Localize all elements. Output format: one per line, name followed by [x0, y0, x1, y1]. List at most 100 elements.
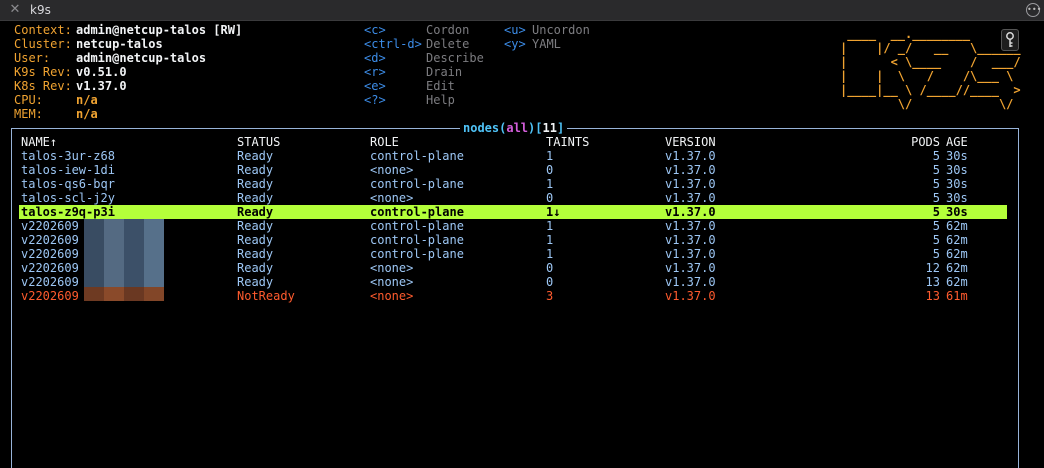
info-row: K9s Rev: v0.51.0: [14, 65, 242, 79]
cell-taints: 0: [546, 261, 554, 275]
cell-role: control-plane: [370, 233, 464, 247]
cell-status: Ready: [237, 177, 274, 191]
info-row: Context: admin@netcup-talos [RW]: [14, 23, 242, 37]
cell-version: v1.37.0: [665, 289, 716, 303]
shortcut-hints-extra: <u> Uncordon <y> YAML: [504, 23, 590, 51]
cell-version: v1.37.0: [665, 233, 716, 247]
table-header: NAME↑ STATUS ROLE TAINTS VERSION PODS AG…: [19, 135, 1007, 149]
cell-role: <none>: [370, 275, 414, 289]
cell-taints: 1: [546, 233, 554, 247]
shortcut-item[interactable]: <?> Help: [364, 93, 484, 107]
cell-role: control-plane: [368, 205, 544, 219]
cell-role: control-plane: [370, 247, 464, 261]
shortcut-action: Describe: [426, 51, 484, 65]
panel-count: 11: [542, 121, 557, 135]
info-key: Cluster:: [14, 37, 72, 51]
shortcut-hints: <c> Cordon <ctrl-d> Delete <d> Describe <r> Dra…: [364, 23, 484, 107]
table-row[interactable]: v2202609 Ready <none> 0 v1.37.0 13 62m: [19, 275, 1007, 289]
cell-role: control-plane: [370, 177, 464, 191]
cell-version: v1.37.0: [665, 247, 716, 261]
cell-taints: 1: [546, 247, 554, 261]
shortcut-key: <e>: [364, 79, 386, 93]
cell-status: Ready: [237, 233, 274, 247]
col-status-header[interactable]: STATUS: [235, 135, 368, 149]
cell-age: 30s: [946, 177, 968, 191]
shortcut-item[interactable]: <d> Describe: [364, 51, 484, 65]
redacted-area-notready: [84, 287, 164, 301]
cell-name: talos-3ur-z68: [21, 149, 115, 163]
cell-version: v1.37.0: [665, 163, 716, 177]
table-row[interactable]: v2202609 NotReady <none> 3 v1.37.0 13 61m: [19, 289, 1007, 303]
info-key: User:: [14, 51, 51, 65]
info-key: K8s Rev:: [14, 79, 72, 93]
close-icon[interactable]: ✕: [8, 2, 22, 18]
table-row[interactable]: v2202609 Ready control-plane 1 v1.37.0 5 62m: [19, 233, 1007, 247]
cell-name: talos-qs6-bqr: [21, 177, 115, 191]
cell-version: v1.37.0: [665, 191, 716, 205]
info-key: MEM:: [14, 107, 43, 121]
cell-pods: 5: [932, 149, 940, 163]
shortcut-action: Delete: [426, 37, 470, 51]
info-row: CPU: n/a: [14, 93, 242, 107]
shortcut-item[interactable]: <u> Uncordon: [504, 23, 590, 37]
window-title: k9s: [30, 3, 51, 17]
cell-age: 62m: [946, 247, 968, 261]
col-role-header[interactable]: ROLE: [368, 135, 544, 149]
table-row[interactable]: v2202609 Ready control-plane 1 v1.37.0 5 62m: [19, 219, 1007, 233]
table-row[interactable]: talos-qs6-bqr Ready control-plane 1 v1.37.0 5…: [19, 177, 1007, 191]
cell-name: talos-scl-j2y: [21, 191, 115, 205]
table-row[interactable]: v2202609 Ready control-plane 1 v1.37.0 5 62m: [19, 247, 1007, 261]
shortcut-key: <ctrl-d>: [364, 37, 422, 51]
shortcut-item[interactable]: <ctrl-d> Delete: [364, 37, 484, 51]
cell-name: talos-z9q-p3i: [19, 205, 235, 219]
cell-pods: 5: [932, 233, 940, 247]
cell-status: Ready: [237, 191, 274, 205]
shortcut-key: <c>: [364, 23, 386, 37]
nodes-table: NAME↑ STATUS ROLE TAINTS VERSION PODS AG…: [19, 135, 1007, 303]
table-row[interactable]: talos-z9q-p3i Ready control-plane 1↓ v1.37.0…: [19, 205, 1007, 219]
table-row[interactable]: v2202609 Ready <none> 0 v1.37.0 12 62m: [19, 261, 1007, 275]
col-name-header[interactable]: NAME↑: [19, 135, 235, 149]
cell-age: 30s: [946, 149, 968, 163]
k9s-logo: ____ __.________ | |/ _/ __ \______ | < …: [840, 27, 1021, 111]
col-taints-header[interactable]: TAINTS: [544, 135, 663, 149]
cell-pods: 5: [932, 219, 940, 233]
cell-name: talos-iew-1di: [21, 163, 115, 177]
table-row[interactable]: talos-3ur-z68 Ready control-plane 1 v1.37.0 5…: [19, 149, 1007, 163]
cell-role: control-plane: [370, 149, 464, 163]
info-key: Context:: [14, 23, 72, 37]
cell-role: <none>: [370, 289, 414, 303]
shortcut-action: Drain: [426, 65, 463, 79]
col-version-header[interactable]: VERSION: [663, 135, 833, 149]
shortcut-item[interactable]: <r> Drain: [364, 65, 484, 79]
cell-pods: 13: [925, 289, 940, 303]
cell-age: 62m: [946, 233, 968, 247]
col-age-header[interactable]: AGE: [944, 135, 1007, 149]
cell-version: v1.37.0: [665, 149, 716, 163]
shortcut-action: Uncordon: [532, 23, 590, 37]
cell-taints: 1: [546, 177, 554, 191]
panel-title: nodes(all)[11]: [460, 121, 568, 135]
more-icon[interactable]: •••: [1026, 3, 1041, 17]
info-value: admin@netcup-talos [RW]: [76, 23, 243, 37]
cell-age: 30s: [946, 191, 968, 205]
info-row: User: admin@netcup-talos: [14, 51, 242, 65]
cell-taints: 1: [546, 149, 554, 163]
cell-version: v1.37.0: [665, 219, 716, 233]
info-key: K9s Rev:: [14, 65, 72, 79]
cell-status: Ready: [235, 205, 368, 219]
panel-resource: nodes: [463, 121, 500, 135]
cell-pods: 13: [925, 275, 940, 289]
shortcut-item[interactable]: <y> YAML: [504, 37, 590, 51]
shortcut-item[interactable]: <c> Cordon: [364, 23, 484, 37]
col-pods-header[interactable]: PODS: [833, 135, 944, 149]
cell-age: 62m: [946, 275, 968, 289]
table-row[interactable]: talos-scl-j2y Ready <none> 0 v1.37.0 5 30s: [19, 191, 1007, 205]
info-row: Cluster: netcup-talos: [14, 37, 242, 51]
shortcut-item[interactable]: <e> Edit: [364, 79, 484, 93]
table-row[interactable]: talos-iew-1di Ready <none> 0 v1.37.0 5 30s: [19, 163, 1007, 177]
cell-role: <none>: [370, 191, 414, 205]
cell-age: 30s: [946, 163, 968, 177]
shortcut-action: YAML: [532, 37, 561, 51]
cell-status: Ready: [237, 149, 274, 163]
